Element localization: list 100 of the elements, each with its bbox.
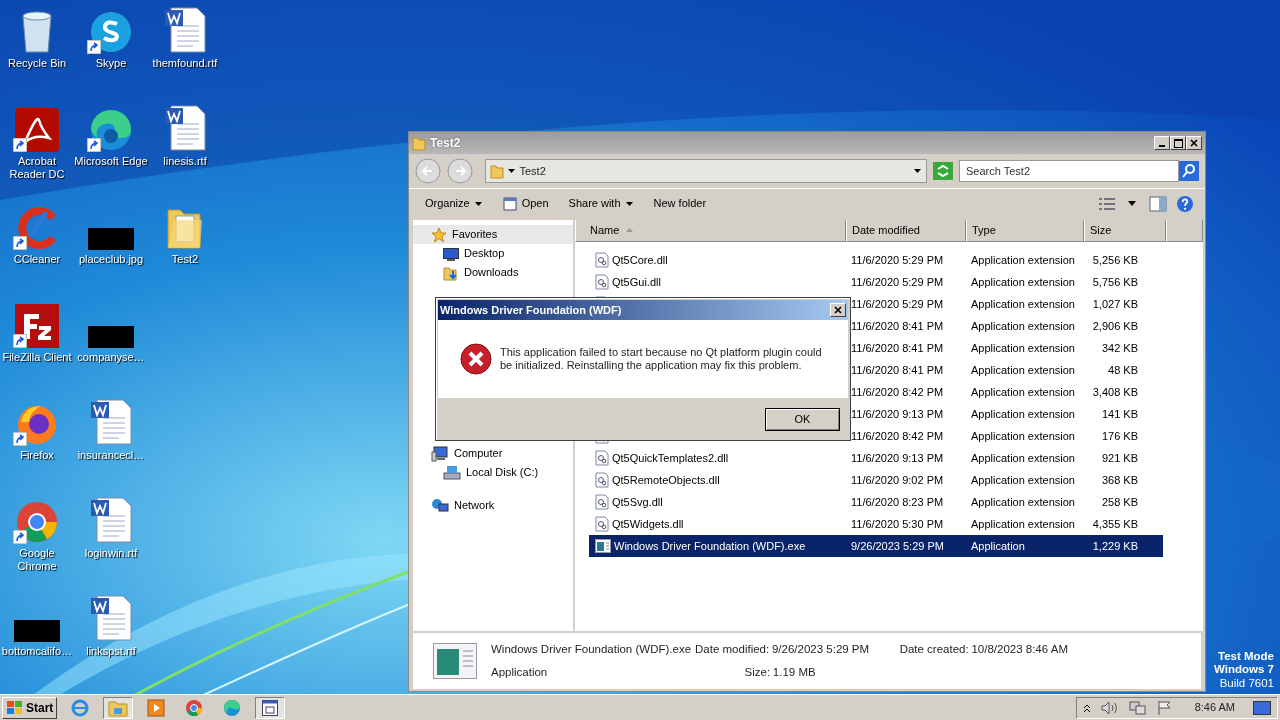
search-field[interactable]: Search Test2 [959, 160, 1179, 182]
size-cell-text: 3,408 KB [1091, 384, 1138, 400]
trash-bin-icon[interactable] [19, 10, 55, 54]
back-button[interactable] [415, 158, 441, 184]
refresh-button[interactable] [933, 162, 953, 180]
desktop-icon-label[interactable]: themfound.rtf [152, 57, 218, 70]
file-row[interactable]: Qt5Widgets.dll 11/6/2020 5:30 PM Application extension 4,355 KB [589, 513, 1163, 535]
help-icon[interactable] [1176, 194, 1195, 213]
flag-icon[interactable] [1156, 699, 1173, 716]
date-cell-text: 11/6/2020 8:42 PM [850, 428, 945, 444]
column-header[interactable]: Type [966, 220, 1084, 242]
nav-item[interactable]: Network [413, 496, 573, 515]
nav-item[interactable]: Favorites [413, 225, 573, 244]
watermark-text: Test Mode [1218, 649, 1274, 663]
taskbar-folder-icon[interactable] [103, 696, 134, 719]
document-icon[interactable] [163, 104, 207, 152]
pdf-app-icon[interactable] [15, 108, 59, 152]
toolbar-button[interactable]: New folder [645, 193, 715, 214]
date-cell-text: 11/6/2020 8:41 PM [850, 340, 945, 356]
file-row[interactable]: Qt5Core.dll 11/6/2020 5:29 PM Application extension 5,256 KB [589, 249, 1163, 271]
type-cell-text: Application extension [970, 340, 1076, 356]
chrome-icon[interactable] [15, 500, 59, 544]
chevron-up-icon[interactable] [1082, 702, 1091, 713]
type-cell-text: Application [970, 538, 1026, 554]
close-button[interactable] [830, 303, 846, 317]
document-icon[interactable] [163, 6, 207, 54]
minimize-button[interactable] [1154, 136, 1170, 150]
network-icon [431, 497, 449, 514]
document-icon[interactable] [89, 496, 133, 544]
maximize-button[interactable] [1170, 136, 1186, 150]
date-cell-text: 11/6/2020 5:29 PM [850, 274, 945, 290]
preview-pane-icon[interactable] [1148, 195, 1167, 212]
address-bar[interactable]: Test2 [484, 159, 927, 183]
desktop-icon-label[interactable]: Recycle Bin [7, 57, 67, 70]
desktop-icon-label[interactable]: placeclub.jpg [78, 253, 144, 266]
speaker-icon[interactable] [1100, 700, 1119, 715]
document-icon[interactable] [89, 398, 133, 446]
show-desktop-icon[interactable] [1253, 700, 1271, 715]
close-button[interactable] [1186, 136, 1202, 150]
nav-item[interactable]: Computer [413, 444, 573, 463]
type-cell-text: Application extension [970, 406, 1076, 422]
ftp-app-icon[interactable] [15, 304, 59, 348]
browser-icon[interactable] [89, 108, 133, 152]
close-icon [834, 306, 842, 314]
nav-item[interactable]: Desktop [413, 244, 573, 263]
document-icon[interactable] [89, 594, 133, 642]
taskbar-app-window-icon[interactable] [255, 696, 286, 719]
ok-button[interactable]: OK [765, 407, 840, 431]
file-row[interactable]: Windows Driver Foundation (WDF).exe 9/26/2023 5:29 PM Application 1,229 KB [589, 535, 1163, 557]
menu-button[interactable]: Share with [560, 193, 642, 214]
type-cell-text: Application extension [970, 384, 1076, 400]
file-row[interactable]: Qt5QuickTemplates2.dll 11/6/2020 9:13 PM Application extension 921 KB [589, 447, 1163, 469]
desktop-icon-label[interactable]: CCleaner [13, 253, 61, 266]
file-row[interactable]: Qt5Svg.dll 11/6/2020 8:23 PM Application extension 258 KB [589, 491, 1163, 513]
drive-icon [443, 464, 461, 481]
date-cell-text: 11/6/2020 5:29 PM [850, 296, 945, 312]
redacted-thumbnail[interactable] [14, 620, 60, 642]
redacted-thumbnail[interactable] [88, 228, 134, 250]
size-cell-text: 1,229 KB [1091, 538, 1138, 554]
app-window-icon [433, 643, 477, 679]
file-name: Qt5Core.dll [612, 252, 668, 268]
column-header[interactable]: Size [1084, 220, 1166, 242]
redacted-thumbnail[interactable] [88, 326, 134, 348]
window-icon [502, 196, 517, 211]
size-cell-text: 2,906 KB [1091, 318, 1138, 334]
error-message: This application failed to start because no Qt platform plugin could be initialized. Reinstalling the application may fix this problem. [500, 346, 823, 372]
folder-icon [412, 135, 426, 151]
file-row[interactable]: Qt5RemoteObjects.dll 11/6/2020 9:02 PM Application extension 368 KB [589, 469, 1163, 491]
size-cell-text: 342 KB [1100, 340, 1138, 356]
search-icon[interactable] [1179, 161, 1199, 181]
desktop-icon-label[interactable]: Microsoft Edge [74, 155, 148, 168]
type-cell-text: Application extension [970, 472, 1076, 488]
view-options-icon[interactable] [1097, 196, 1116, 211]
error-icon [460, 343, 492, 375]
forward-button[interactable] [447, 158, 473, 184]
open-button[interactable]: Open [494, 193, 557, 214]
size-cell-text: 5,756 KB [1091, 274, 1138, 290]
clock[interactable]: 8:46 AM [1194, 699, 1235, 716]
nav-item[interactable]: Local Disk (C:) [413, 463, 573, 482]
start-button[interactable]: Start [2, 696, 58, 719]
nav-item[interactable]: Downloads [413, 263, 573, 282]
size-cell-text: 176 KB [1100, 428, 1138, 444]
size-cell-text: 921 KB [1100, 450, 1138, 466]
desktop-icon-label[interactable]: Acrobat Reader DC [0, 155, 74, 181]
size-cell-text: 48 KB [1107, 362, 1138, 378]
menu-button[interactable]: Organize [417, 193, 491, 214]
date-cell-text: 11/6/2020 5:29 PM [850, 252, 945, 268]
type-cell-text: Application extension [970, 252, 1076, 268]
type-cell-text: Application extension [970, 296, 1076, 312]
desktop-icon-label[interactable]: Skype [95, 57, 127, 70]
file-row[interactable]: Qt5Gui.dll 11/6/2020 5:29 PM Application extension 5,756 KB [589, 271, 1163, 293]
network-icon[interactable] [1128, 699, 1147, 716]
column-header[interactable]: Name [575, 220, 846, 242]
sort-arrow-icon [626, 228, 634, 233]
column-header[interactable]: Date modified [846, 220, 966, 242]
desktop-icon-label[interactable]: linesis.rtf [163, 155, 207, 168]
desktop-icon-label[interactable]: Test2 [171, 253, 199, 266]
chat-app-icon[interactable] [89, 10, 133, 54]
cleaner-app-icon[interactable] [15, 206, 59, 250]
file-name: Windows Driver Foundation (WDF).exe [614, 538, 806, 554]
